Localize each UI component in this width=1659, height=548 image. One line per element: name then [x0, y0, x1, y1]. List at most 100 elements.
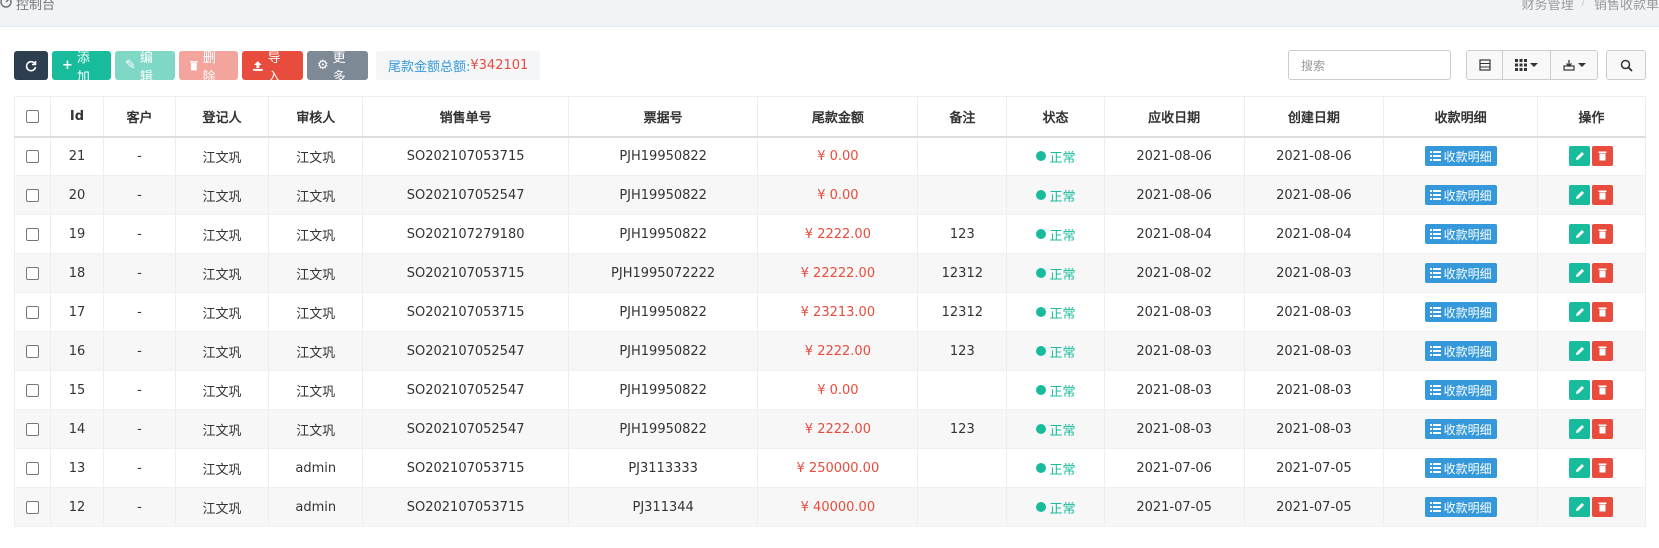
row-edit-button[interactable] [1569, 419, 1591, 439]
cell-actions [1537, 331, 1647, 371]
column-header-order-no[interactable]: 销售单号 [362, 96, 569, 138]
cell-order-no: SO202107053715 [362, 253, 569, 293]
cell-auditor: 江文巩 [268, 409, 364, 449]
more-button[interactable]: ⚙ 更多 [307, 51, 368, 85]
row-delete-button[interactable] [1592, 185, 1614, 205]
row-edit-button[interactable] [1569, 263, 1591, 283]
edit-button[interactable]: ✎ 编辑 [115, 51, 175, 85]
row-edit-button[interactable] [1569, 458, 1591, 478]
add-button[interactable]: + 添加 [52, 51, 111, 85]
row-delete-button[interactable] [1592, 458, 1614, 478]
pencil-icon [1575, 386, 1584, 394]
import-button[interactable]: 导入 [242, 51, 303, 85]
cell-auditor: 江文巩 [268, 331, 364, 371]
receipt-detail-button[interactable]: 收款明细 [1424, 146, 1497, 167]
row-edit-button[interactable] [1569, 341, 1591, 361]
cell-auditor: 江文巩 [268, 175, 364, 215]
row-checkbox[interactable] [26, 500, 39, 514]
row-checkbox[interactable] [26, 305, 39, 319]
column-header-bill-no[interactable]: 票据号 [568, 96, 759, 138]
cell-due-date: 2021-07-05 [1104, 487, 1245, 527]
delete-button[interactable]: 删除 [179, 51, 238, 85]
cell-due-date: 2021-08-03 [1104, 370, 1245, 410]
cell-registrar: 江文巩 [175, 175, 270, 215]
search-input[interactable]: 搜索 [1288, 50, 1451, 80]
row-edit-button[interactable] [1569, 146, 1591, 167]
row-delete-button[interactable] [1592, 302, 1614, 322]
refresh-button[interactable] [14, 51, 48, 80]
export-dropdown-button[interactable] [1550, 50, 1598, 80]
cell-due-date: 2021-08-03 [1104, 331, 1245, 371]
column-header-created[interactable]: 创建日期 [1244, 96, 1385, 138]
row-checkbox[interactable] [26, 227, 39, 241]
row-checkbox[interactable] [26, 422, 39, 436]
cell-customer: - [103, 253, 176, 293]
receipt-detail-button[interactable]: 收款明细 [1424, 224, 1497, 244]
columns-dropdown-button[interactable] [1502, 50, 1551, 80]
row-edit-button[interactable] [1569, 302, 1591, 322]
cell-auditor: admin [268, 487, 364, 527]
cell-due-date: 2021-08-06 [1104, 136, 1245, 176]
row-edit-button[interactable] [1569, 224, 1591, 244]
column-header-auditor[interactable]: 审核人 [268, 96, 364, 138]
cell-status: 正常 [1006, 331, 1105, 371]
row-delete-button[interactable] [1592, 341, 1614, 361]
row-delete-button[interactable] [1592, 380, 1614, 400]
row-edit-button[interactable] [1569, 185, 1591, 205]
status-badge: 正常 [1035, 264, 1076, 283]
column-header-amount[interactable]: 尾款金额 [757, 96, 919, 138]
console-link[interactable]: 控制台 [0, 0, 55, 13]
trash-icon [1598, 346, 1607, 356]
row-delete-button[interactable] [1592, 497, 1614, 517]
delete-label: 删除 [202, 50, 216, 85]
row-checkbox[interactable] [26, 188, 39, 202]
pencil-icon [1575, 308, 1584, 316]
receipt-detail-button[interactable]: 收款明细 [1424, 380, 1497, 400]
column-header-registrar[interactable]: 登记人 [175, 96, 270, 138]
table-row: 16- 江文巩 江文巩 SO202107052547 PJH19950822 ¥ 2222… [14, 331, 1647, 371]
status-label: 正常 [1049, 423, 1076, 439]
cell-created: 2021-08-03 [1244, 370, 1385, 410]
row-checkbox[interactable] [26, 383, 39, 397]
column-header-customer[interactable]: 客户 [103, 96, 176, 138]
receipt-detail-button[interactable]: 收款明细 [1424, 341, 1497, 361]
row-edit-button[interactable] [1569, 497, 1591, 517]
receipt-detail-button[interactable]: 收款明细 [1424, 185, 1497, 205]
receipt-detail-label: 收款明细 [1443, 383, 1492, 398]
row-checkbox[interactable] [26, 149, 39, 163]
cell-actions [1537, 448, 1647, 488]
row-delete-button[interactable] [1592, 224, 1614, 244]
receipt-detail-button[interactable]: 收款明细 [1424, 419, 1497, 439]
status-dot-icon [1035, 151, 1046, 162]
row-edit-button[interactable] [1569, 380, 1591, 400]
row-delete-button[interactable] [1592, 146, 1614, 167]
cell-customer: - [103, 331, 176, 371]
cell-actions [1537, 136, 1647, 176]
cell-status: 正常 [1006, 487, 1105, 527]
cell-actions [1537, 292, 1647, 332]
cell-due-date: 2021-08-03 [1104, 292, 1245, 332]
status-badge: 正常 [1035, 420, 1076, 439]
row-delete-button[interactable] [1592, 263, 1614, 283]
row-checkbox[interactable] [26, 461, 39, 475]
receipt-detail-button[interactable]: 收款明细 [1424, 302, 1497, 322]
column-header-status[interactable]: 状态 [1006, 96, 1105, 138]
row-delete-button[interactable] [1592, 419, 1614, 439]
row-checkbox[interactable] [26, 266, 39, 280]
column-header-note[interactable]: 备注 [917, 96, 1008, 138]
cell-note [917, 370, 1008, 410]
row-checkbox[interactable] [26, 344, 39, 358]
receipt-detail-button[interactable]: 收款明细 [1424, 497, 1497, 517]
trash-icon [1598, 151, 1607, 161]
breadcrumb-item-finance[interactable]: 财务管理 [1522, 0, 1574, 13]
column-header-id[interactable]: Id [50, 96, 104, 138]
cell-detail: 收款明细 [1383, 487, 1538, 527]
column-header-due-date[interactable]: 应收日期 [1104, 96, 1245, 138]
search-button[interactable] [1606, 50, 1646, 80]
select-all-checkbox[interactable] [26, 109, 39, 123]
cell-bill-no: PJH19950822 [568, 292, 759, 332]
table-row: 21- 江文巩 江文巩 SO202107053715 PJH19950822 ¥ 0.00… [14, 136, 1647, 176]
receipt-detail-button[interactable]: 收款明细 [1424, 263, 1497, 283]
receipt-detail-button[interactable]: 收款明细 [1424, 458, 1497, 478]
toggle-view-button[interactable] [1466, 50, 1503, 80]
